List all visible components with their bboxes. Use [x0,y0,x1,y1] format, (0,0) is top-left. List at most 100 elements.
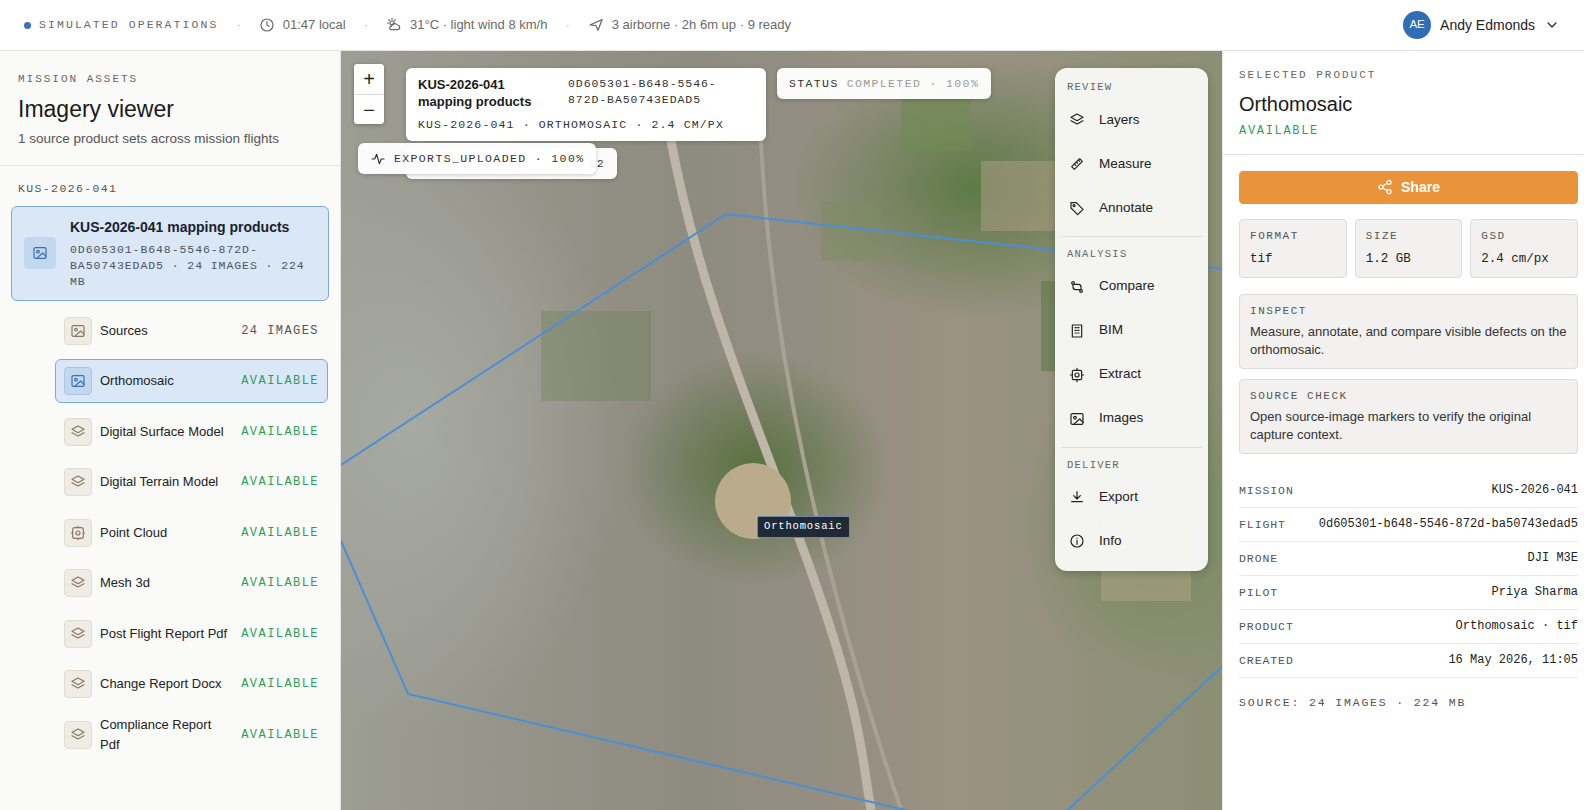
asset-status: AVAILABLE [241,423,319,441]
tool-label: Measure [1099,154,1152,174]
activity-icon [370,151,386,167]
stat-value: 1.2 GB [1366,250,1452,269]
mode-dot [24,22,31,29]
tool-item[interactable]: Export [1061,475,1202,519]
tool-item[interactable]: Layers [1061,98,1202,142]
product-set-title: KUS-2026-041 mapping products [70,217,316,238]
note-text: Open source-image markers to verify the … [1250,408,1567,444]
tool-group: REVIEW Layers Measure Annotate [1061,76,1202,230]
tool-item[interactable]: Info [1061,519,1202,563]
stat-tile: SIZE 1.2 GB [1355,219,1463,278]
info-card-title: KUS-2026-041 mapping products [418,76,556,110]
share-button[interactable]: Share [1239,171,1578,204]
metadata-row: MISSIONKUS-2026-041 [1239,474,1578,508]
detail-eyebrow: SELECTED PRODUCT [1239,67,1576,84]
asset-label: Post Flight Report Pdf [100,624,233,644]
exports-chip: EXPORTS_UPLOADED · 100% [358,143,596,174]
tool-item[interactable]: Extract [1061,353,1202,397]
separator: · [236,15,240,35]
info-card-line: KUS-2026-041 · ORTHOMOSAIC · 2.4 CM/PX [418,116,754,133]
mission-assets-panel: MISSION ASSETSImagery viewer1 source pro… [0,51,341,810]
asset-item[interactable]: Mesh 3dAVAILABLE [55,561,328,605]
asset-icon-box [64,367,92,395]
tool-group: ANALYSISCompareBIMExtractImages [1061,236,1202,441]
asset-label: Sources [100,321,233,341]
tool-label: Layers [1099,110,1140,130]
metadata-row: PILOTPriya Sharma [1239,576,1578,610]
user-menu[interactable]: AEAndy Edmonds [1403,11,1560,39]
weather-icon [386,17,402,33]
zoom-in-button[interactable]: + [354,64,384,94]
layers-icon [70,727,86,743]
product-set-card[interactable]: KUS-2026-041 mapping products 0D605301-B6… [11,206,329,301]
asset-status: AVAILABLE [241,524,319,542]
stat-grid: FORMATtifSIZE1.2 GBGSD2.4 cm/px [1239,219,1578,278]
compare-icon [1069,279,1085,295]
layers-icon [1069,112,1085,128]
tool-item[interactable]: BIM [1061,309,1202,353]
panel-title: Imagery viewer [18,96,322,124]
point-cloud-icon [70,525,86,541]
tool-item[interactable]: Annotate [1061,186,1202,230]
stat-label: SIZE [1366,228,1452,245]
source-footer: SOURCE: 24 IMAGES · 224 MB [1239,694,1578,711]
product-set-meta: 0D605301-B648-5546-872D-BA50743EDAD5 · 2… [70,242,316,290]
asset-label: Orthomosaic [100,371,233,391]
weather-text: 31°C · light wind 8 km/h [410,15,547,35]
info-card-id: 0D605301-B648-5546-872D-BA50743EDAD5 [568,76,754,110]
asset-status: AVAILABLE [241,675,319,693]
asset-item[interactable]: Point Cloud AVAILABLE [55,511,328,555]
metadata-row: DRONEDJI M3E [1239,542,1578,576]
tool-item[interactable]: Compare [1061,265,1202,309]
asset-item[interactable]: Sources24 IMAGES [55,309,328,353]
share-icon [1377,179,1393,195]
asset-item[interactable]: Compliance Report PdfAVAILABLE [55,713,328,757]
tool-group: DELIVERExportInfo [1061,447,1202,564]
weather: 31°C · light wind 8 km/h [386,15,547,35]
tool-group-title: REVIEW [1061,76,1202,98]
stat-value: 2.4 cm/px [1481,250,1567,269]
asset-item[interactable]: Digital Surface ModelAVAILABLE [55,410,328,454]
exports-chip-text: EXPORTS_UPLOADED · 100% [394,150,584,167]
metadata-row: CREATED16 May 2026, 11:05 [1239,644,1578,678]
tool-item[interactable]: Images [1061,397,1202,441]
asset-item[interactable]: OrthomosaicAVAILABLE [55,359,328,403]
building-icon [1069,323,1085,339]
layers-icon [70,626,86,642]
asset-item[interactable]: Digital Terrain ModelAVAILABLE [55,460,328,504]
tool-label: Export [1099,487,1138,507]
detail-status: AVAILABLE [1239,122,1576,140]
metadata-list: MISSIONKUS-2026-041FLIGHT0d605301-b648-5… [1239,474,1578,678]
tool-label: Annotate [1099,198,1153,218]
app-shell: SIMULATED OPERATIONS · 01:47 local · 31°C · … [0,0,1584,810]
fleet-status: 3 airborne · 2h 6m up · 9 ready [588,15,791,35]
info-icon [1069,533,1085,549]
drone-icon [588,17,604,33]
product-set-icon-box [24,237,56,269]
layers-icon [70,424,86,440]
note-title: SOURCE CHECK [1250,388,1567,405]
asset-item[interactable]: Post Flight Report PdfAVAILABLE [55,612,328,656]
clock-icon [259,17,275,33]
local-time: 01:47 local [259,15,346,35]
metadata-value: Priya Sharma [1492,583,1578,601]
download-icon [1069,489,1085,505]
fleet-text: 3 airborne · 2h 6m up · 9 ready [612,15,791,35]
layers-icon [70,474,86,490]
share-label: Share [1401,177,1440,198]
metadata-value: KUS-2026-041 [1492,481,1578,499]
tool-item[interactable]: Measure [1061,142,1202,186]
asset-label: Point Cloud [100,523,233,543]
tool-label: Images [1099,408,1143,428]
mode-indicator: SIMULATED OPERATIONS [24,16,218,33]
map-marker-label[interactable]: Orthomosaic [757,516,850,538]
asset-item[interactable]: Change Report DocxAVAILABLE [55,662,328,706]
detail-title: Orthomosaic [1239,92,1576,116]
workspace: MISSION ASSETSImagery viewer1 source pro… [0,51,1584,810]
asset-label: Compliance Report Pdf [100,715,233,754]
status-chip-value: COMPLETED · 100% [847,75,980,92]
metadata-value: 0d605301-b648-5546-872d-ba50743edad5 [1319,515,1578,533]
separator: · [364,15,368,35]
zoom-out-button[interactable]: − [354,94,384,124]
metadata-value: 16 May 2026, 11:05 [1448,651,1578,669]
